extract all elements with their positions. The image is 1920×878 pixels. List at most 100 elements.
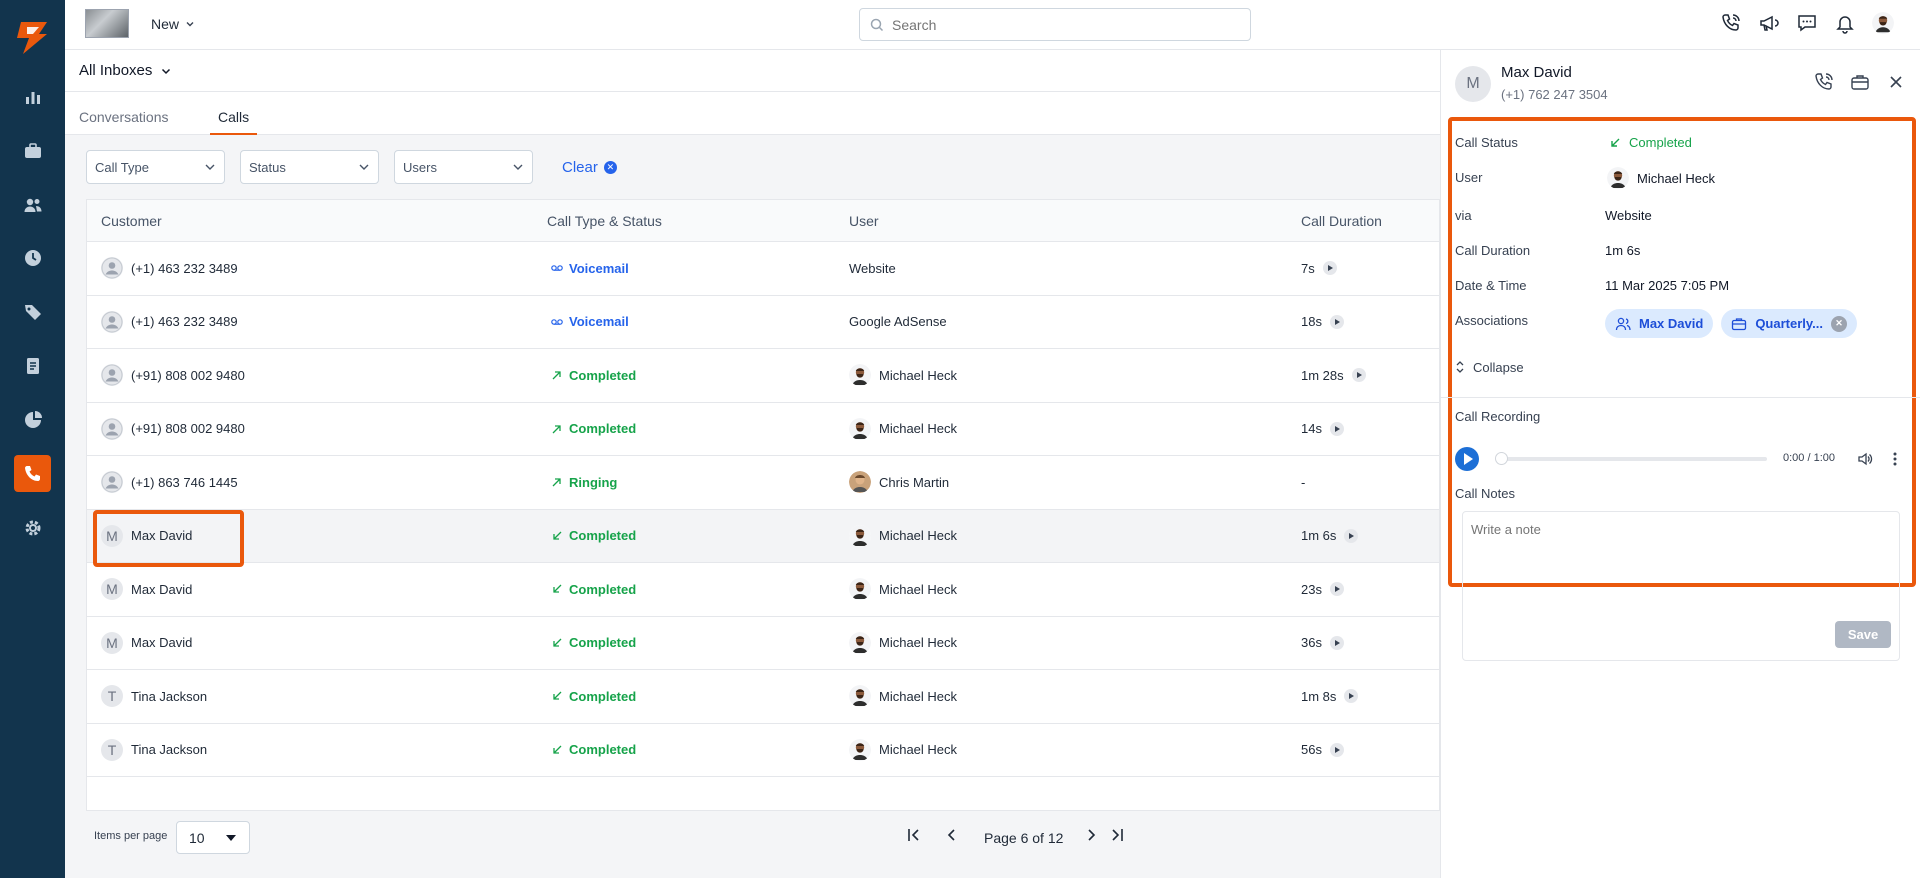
megaphone-icon[interactable] — [1758, 12, 1780, 34]
user-avatar-icon — [849, 471, 871, 494]
play-icon[interactable] — [1455, 447, 1479, 471]
last-page-icon[interactable] — [1109, 827, 1125, 843]
table-row[interactable]: T Tina Jackson Completed Michael Heck 1m … — [87, 670, 1439, 724]
duration-cell: 56s — [1301, 724, 1344, 777]
clear-filters-button[interactable]: Clear ✕ — [562, 159, 617, 176]
play-icon[interactable] — [1329, 635, 1344, 650]
phone-call-icon[interactable] — [1720, 12, 1742, 34]
collapse-toggle[interactable]: Collapse — [1455, 359, 1524, 375]
association-contact-name: Max David — [1639, 316, 1704, 331]
nav-briefcase-icon[interactable] — [14, 132, 51, 169]
user-avatar-icon[interactable] — [1872, 12, 1894, 34]
nav-document-icon[interactable] — [14, 347, 51, 384]
chat-icon[interactable] — [1796, 12, 1818, 34]
user-name: Google AdSense — [849, 314, 947, 330]
nav-settings-icon[interactable] — [14, 509, 51, 546]
customer-cell[interactable]: (+91) 808 002 9480 — [101, 349, 245, 402]
nav-contacts-icon[interactable] — [14, 186, 51, 223]
call-duration: 7s — [1301, 260, 1315, 276]
search-input[interactable] — [892, 16, 1222, 33]
call-type-dropdown[interactable]: Call Type — [86, 150, 225, 184]
customer-name: Max David — [131, 581, 193, 597]
user-name: Website — [849, 260, 896, 276]
association-contact-chip[interactable]: Max David — [1605, 309, 1714, 338]
customer-cell[interactable]: M Max David — [101, 510, 192, 563]
user-cell: Chris Martin — [849, 456, 949, 509]
page-indicator: Page 6 of 12 — [984, 830, 1064, 846]
search-box[interactable] — [859, 8, 1251, 41]
call-duration: 18s — [1301, 314, 1322, 330]
app-logo-icon[interactable] — [13, 18, 51, 56]
customer-cell[interactable]: (+1) 863 746 1445 — [101, 456, 238, 509]
call-notes-input[interactable] — [1463, 512, 1899, 612]
chevron-down-icon — [186, 22, 194, 27]
briefcase-icon[interactable] — [1850, 72, 1870, 92]
user-name: Michael Heck — [879, 528, 958, 544]
play-icon[interactable] — [1329, 582, 1344, 597]
status-cell: Completed — [551, 670, 636, 723]
caret-down-icon — [226, 834, 236, 841]
customer-name: (+1) 463 232 3489 — [131, 314, 238, 330]
user-name: Michael Heck — [879, 688, 958, 704]
table-row[interactable]: (+1) 463 232 3489 Voicemail Website 7s — [87, 242, 1439, 296]
table-row[interactable]: T Tina Jackson Completed Michael Heck 56s — [87, 724, 1439, 777]
next-page-icon[interactable] — [1083, 827, 1099, 843]
play-icon[interactable] — [1344, 689, 1359, 704]
tab-calls[interactable]: Calls — [209, 109, 258, 135]
first-page-icon[interactable] — [906, 827, 922, 843]
play-icon[interactable] — [1329, 314, 1344, 329]
play-icon[interactable] — [1329, 742, 1344, 757]
table-row[interactable]: M Max David Completed Michael Heck 23s — [87, 563, 1439, 617]
table-row[interactable]: M Max David Completed Michael Heck 1m 6s — [87, 509, 1439, 563]
audio-progress-handle[interactable] — [1495, 452, 1508, 465]
call-status: Completed — [569, 635, 637, 651]
more-options-icon[interactable] — [1891, 451, 1899, 467]
inbox-bar: All Inboxes — [65, 50, 1440, 92]
play-icon[interactable] — [1329, 421, 1344, 436]
bell-icon[interactable] — [1834, 12, 1856, 34]
customer-cell[interactable]: (+91) 808 002 9480 — [101, 403, 245, 456]
volume-icon[interactable] — [1857, 451, 1873, 467]
table-row[interactable]: (+1) 863 746 1445 Ringing Chris Martin - — [87, 456, 1439, 510]
save-note-button[interactable]: Save — [1835, 621, 1891, 648]
items-per-page-select[interactable]: 10 — [176, 821, 250, 854]
filters-bar: Call Type Status Users Clear ✕ — [65, 135, 1440, 197]
users-dropdown-label: Users — [403, 159, 437, 175]
remove-association-icon[interactable]: ✕ — [1831, 315, 1847, 332]
status-dropdown[interactable]: Status — [240, 150, 379, 184]
nav-reports-icon[interactable] — [14, 78, 51, 115]
tab-conversations[interactable]: Conversations — [79, 109, 169, 125]
customer-cell[interactable]: M Max David — [101, 563, 192, 616]
play-icon[interactable] — [1322, 261, 1337, 276]
inbox-selector[interactable]: All Inboxes — [79, 62, 172, 79]
topbar: New — [65, 0, 1920, 50]
call-duration: 56s — [1301, 742, 1322, 758]
play-icon[interactable] — [1344, 528, 1359, 543]
call-status: Ringing — [569, 474, 618, 490]
contact-name[interactable]: Max David — [1501, 64, 1572, 81]
table-row[interactable]: (+91) 808 002 9480 Completed Michael Hec… — [87, 403, 1439, 456]
customer-cell[interactable]: (+1) 463 232 3489 — [101, 296, 238, 349]
nav-clock-icon[interactable] — [14, 239, 51, 276]
customer-cell[interactable]: M Max David — [101, 617, 192, 670]
new-button[interactable]: New — [151, 16, 195, 32]
prev-page-icon[interactable] — [944, 827, 960, 843]
phone-call-icon[interactable] — [1814, 72, 1834, 92]
nav-tag-icon[interactable] — [14, 293, 51, 330]
table-row[interactable]: M Max David Completed Michael Heck 36s — [87, 617, 1439, 670]
customer-cell[interactable]: T Tina Jackson — [101, 670, 207, 723]
nav-phone-icon[interactable] — [14, 455, 51, 492]
table-row[interactable]: (+91) 808 002 9480 Completed Michael Hec… — [87, 349, 1439, 403]
audio-progress-track[interactable] — [1497, 457, 1767, 461]
play-icon[interactable] — [1351, 368, 1366, 383]
close-icon[interactable] — [1886, 72, 1906, 92]
association-deal-chip[interactable]: Quarterly... ✕ — [1721, 309, 1857, 338]
nav-pie-chart-icon[interactable] — [14, 401, 51, 438]
table-row[interactable]: (+1) 463 232 3489 Voicemail Google AdSen… — [87, 296, 1439, 349]
chevron-down-icon — [359, 164, 369, 170]
header-call-duration: Call Duration — [1301, 213, 1382, 229]
items-per-page-label: Items per page — [94, 830, 168, 842]
customer-cell[interactable]: T Tina Jackson — [101, 724, 207, 777]
users-dropdown[interactable]: Users — [394, 150, 533, 184]
customer-cell[interactable]: (+1) 463 232 3489 — [101, 242, 238, 295]
